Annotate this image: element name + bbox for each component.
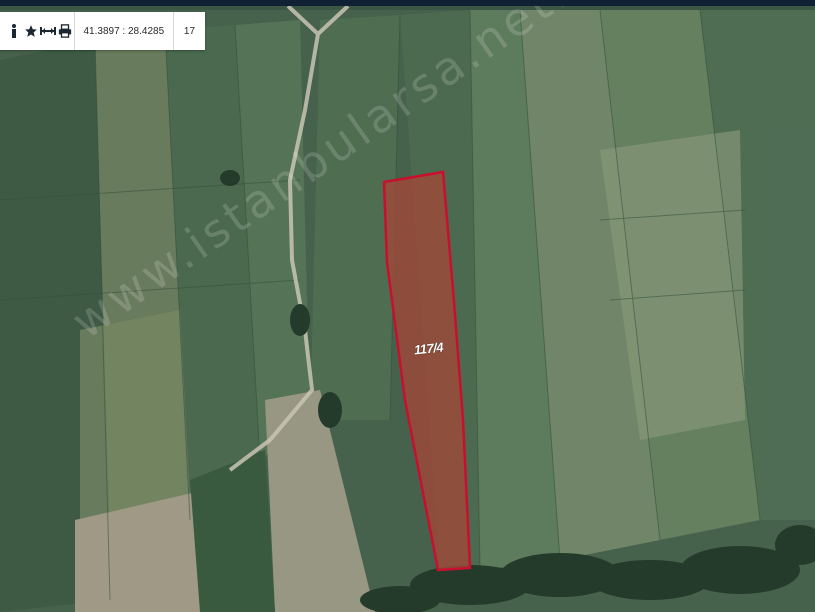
info-icon[interactable] xyxy=(5,12,22,50)
zoom-level: 17 xyxy=(183,25,196,37)
measure-icon[interactable] xyxy=(39,12,56,50)
print-icon[interactable] xyxy=(57,12,74,50)
map-toolbar: 41.3897 : 28.4285 17 xyxy=(0,12,205,50)
coordinate-readout: 41.3897 : 28.4285 xyxy=(83,25,165,37)
parcel-label: 117/4 xyxy=(413,339,444,358)
star-icon[interactable] xyxy=(22,12,39,50)
top-bar xyxy=(0,0,815,6)
